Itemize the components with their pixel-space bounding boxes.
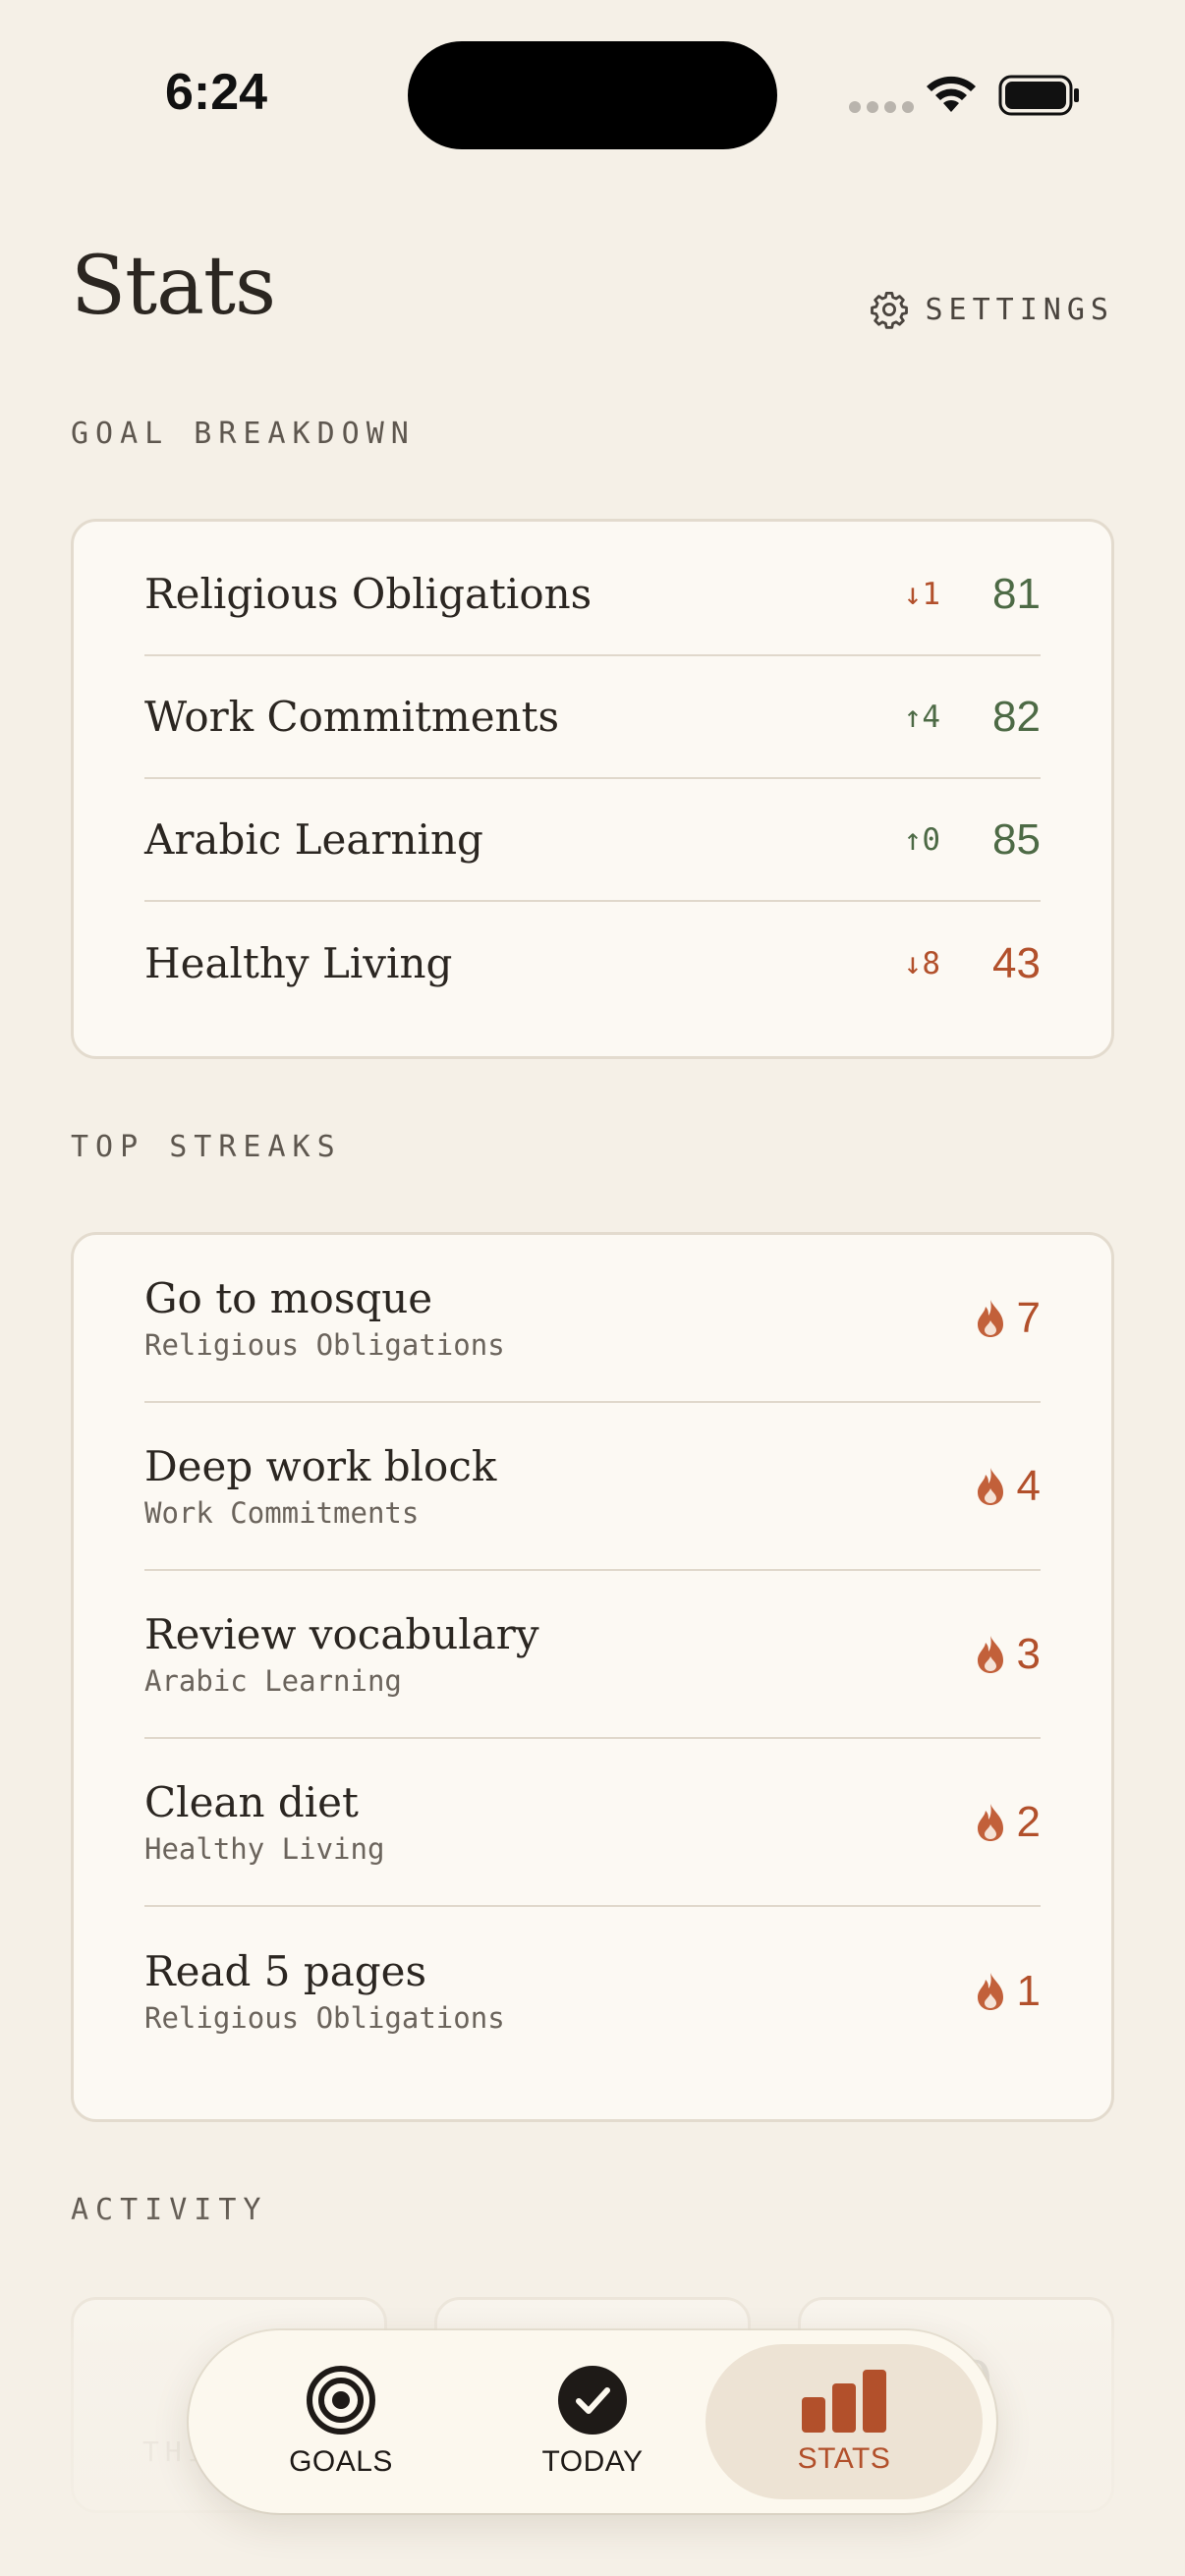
streak-row[interactable]: Read 5 pages Religious Obligations 1 — [144, 1907, 1041, 2075]
goal-row[interactable]: Work Commitments ↑4 82 — [144, 656, 1041, 779]
goal-trend: ↓1 — [903, 576, 940, 612]
streak-row[interactable]: Clean diet Healthy Living 2 — [144, 1739, 1041, 1907]
tab-label: TODAY — [541, 2445, 644, 2478]
goal-trend: ↑0 — [903, 821, 940, 858]
battery-icon — [998, 75, 1079, 116]
tab-label: STATS — [797, 2442, 891, 2475]
dynamic-island — [408, 41, 777, 149]
tab-stats[interactable]: STATS — [705, 2344, 983, 2499]
streak-row[interactable]: Go to mosque Religious Obligations 7 — [144, 1235, 1041, 1403]
goal-row[interactable]: Arabic Learning ↑0 85 — [144, 779, 1041, 902]
streak-count: 3 — [976, 1630, 1041, 1679]
flame-icon — [977, 1635, 1003, 1673]
streak-count: 1 — [976, 1967, 1041, 2016]
status-time: 6:24 — [164, 64, 268, 121]
tab-label: GOALS — [289, 2445, 393, 2478]
status-bar: 6:24 — [0, 0, 1185, 157]
goal-score: 85 — [992, 814, 1041, 864]
habit-name: Read 5 pages — [144, 1947, 427, 1996]
page-title: Stats — [71, 240, 276, 333]
streak-number: 7 — [1016, 1293, 1041, 1342]
streak-number: 1 — [1016, 1966, 1041, 2015]
streak-number: 2 — [1016, 1797, 1041, 1846]
goal-breakdown-card: Religious Obligations ↓1 81 Work Commitm… — [71, 519, 1114, 1059]
settings-button[interactable]: SETTINGS — [869, 289, 1115, 330]
goal-score: 81 — [992, 569, 1041, 618]
top-streaks-card: Go to mosque Religious Obligations 7 Dee… — [71, 1232, 1114, 2122]
goal-name: Healthy Living — [144, 939, 453, 987]
goal-trend: ↓8 — [903, 945, 940, 981]
habit-goal: Work Commitments — [144, 1495, 420, 1530]
goal-trend: ↑4 — [903, 699, 940, 735]
habit-name: Deep work block — [144, 1442, 497, 1491]
top-streaks-heading: TOP STREAKS — [71, 1130, 342, 1164]
goal-row[interactable]: Religious Obligations ↓1 81 — [144, 533, 1041, 656]
habit-name: Go to mosque — [144, 1274, 433, 1323]
flame-icon — [977, 1972, 1003, 2010]
goal-score: 43 — [992, 938, 1041, 987]
cellular-signal-icon — [849, 101, 914, 113]
wifi-icon — [927, 76, 976, 112]
streak-count: 7 — [976, 1294, 1041, 1343]
settings-label: SETTINGS — [925, 292, 1114, 327]
activity-heading: ACTIVITY — [71, 2193, 268, 2227]
habit-name: Clean diet — [144, 1778, 359, 1827]
habit-goal: Religious Obligations — [144, 2000, 505, 2035]
streak-count: 4 — [976, 1462, 1041, 1511]
habit-goal: Healthy Living — [144, 1831, 385, 1866]
habit-goal: Religious Obligations — [144, 1327, 505, 1362]
goal-breakdown-heading: GOAL BREAKDOWN — [71, 417, 416, 451]
streak-number: 4 — [1016, 1461, 1041, 1510]
goal-row[interactable]: Healthy Living ↓8 43 — [144, 902, 1041, 1025]
habit-goal: Arabic Learning — [144, 1663, 402, 1698]
flame-icon — [977, 1299, 1003, 1337]
checkmark-circle-icon — [558, 2366, 627, 2435]
goal-name: Work Commitments — [144, 693, 560, 741]
bar-chart-icon — [802, 2370, 886, 2433]
tab-today[interactable]: TODAY — [454, 2344, 731, 2499]
target-icon — [307, 2366, 375, 2435]
goal-score: 82 — [992, 692, 1041, 741]
goal-name: Arabic Learning — [144, 815, 483, 864]
streak-row[interactable]: Review vocabulary Arabic Learning 3 — [144, 1571, 1041, 1739]
goal-name: Religious Obligations — [144, 570, 592, 618]
tab-goals[interactable]: GOALS — [202, 2344, 480, 2499]
streak-number: 3 — [1016, 1629, 1041, 1678]
streak-row[interactable]: Deep work block Work Commitments 4 — [144, 1403, 1041, 1571]
streak-count: 2 — [976, 1798, 1041, 1847]
gear-icon — [870, 291, 908, 329]
flame-icon — [977, 1467, 1003, 1505]
flame-icon — [977, 1803, 1003, 1841]
tab-bar: GOALS TODAY STATS — [189, 2330, 996, 2513]
habit-name: Review vocabulary — [144, 1610, 539, 1659]
